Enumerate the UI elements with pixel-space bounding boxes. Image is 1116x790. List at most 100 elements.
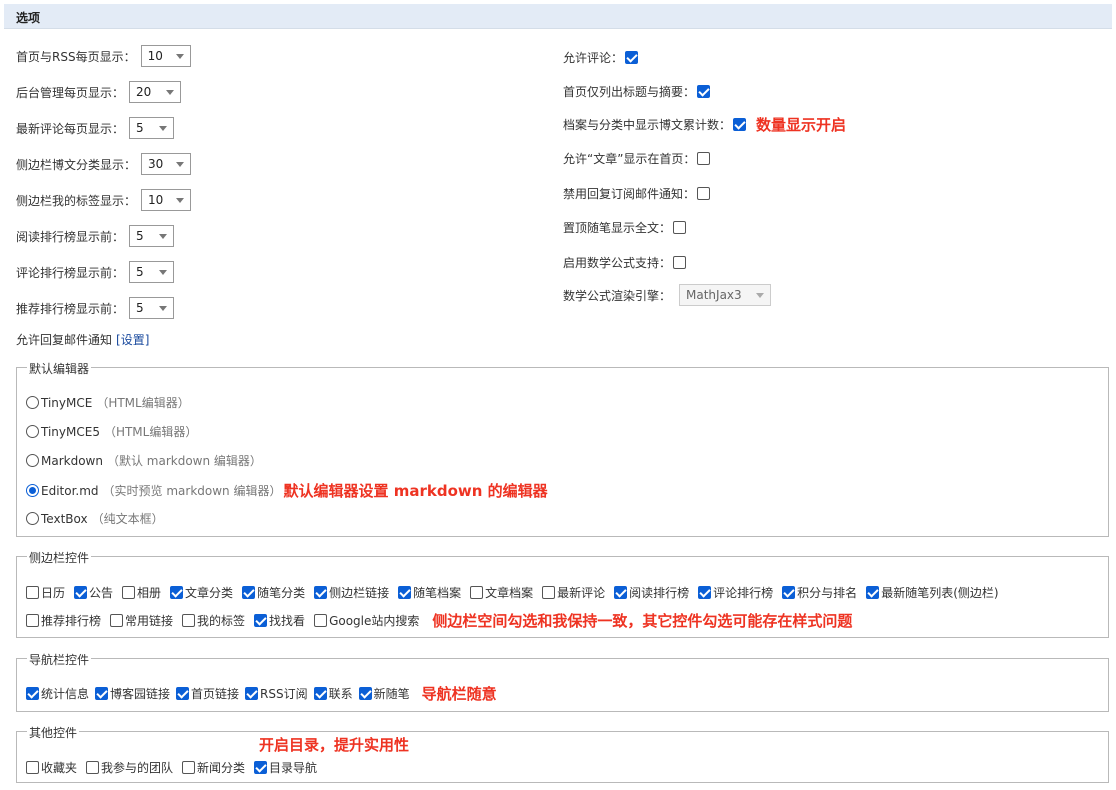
sidebar-controls-row-2: 推荐排行榜 常用链接 我的标签 找找看 Google站内搜索 侧边栏空间勾选和我… (26, 610, 852, 631)
sidebar-item-google-search[interactable]: Google站内搜索 (314, 612, 419, 629)
other-item-toc-nav[interactable]: 目录导航 (254, 759, 317, 776)
checkbox[interactable] (182, 614, 196, 627)
navbar-item-stats[interactable]: 统计信息 (26, 685, 89, 702)
navbar-item-new-post[interactable]: 新随笔 (358, 685, 410, 702)
sidebar-item-post-archive[interactable]: 随笔档案 (398, 584, 461, 601)
checkbox[interactable] (614, 586, 628, 599)
editor-option-tinymce[interactable]: TinyMCE （HTML编辑器） (26, 394, 190, 411)
editor-option-textbox[interactable]: TextBox （纯文本框） (26, 510, 164, 527)
sidebar-item-recommend-rank[interactable]: 推荐排行榜 (26, 612, 101, 629)
navbar-item-cnblogs-link[interactable]: 博客园链接 (95, 685, 170, 702)
chevron-down-icon (166, 89, 175, 95)
other-item-favorites[interactable]: 收藏夹 (26, 759, 77, 776)
checkbox[interactable] (866, 586, 880, 599)
admin-page-size-select[interactable]: 20 (129, 81, 182, 103)
checkbox[interactable] (254, 614, 268, 627)
option-math-engine: 数学公式渲染引擎： MathJax3 (563, 284, 772, 306)
sidebar-item-album[interactable]: 相册 (122, 584, 161, 601)
editor-desc: （纯文本框） (91, 512, 164, 526)
markdown-radio[interactable] (26, 454, 39, 467)
sidebar-item-search[interactable]: 找找看 (254, 612, 305, 629)
checkbox[interactable] (313, 687, 327, 700)
comment-rank-count-select[interactable]: 5 (129, 261, 175, 283)
checkbox[interactable] (358, 687, 372, 700)
sidebar-item-post-category[interactable]: 随笔分类 (242, 584, 305, 601)
option-reply-email-notify: 允许回复邮件通知 [设置] (16, 331, 149, 348)
checkbox[interactable] (542, 586, 556, 599)
checkbox[interactable] (122, 586, 136, 599)
textbox-radio[interactable] (26, 512, 39, 525)
navbar-item-rss[interactable]: RSS订阅 (245, 685, 308, 702)
checkbox[interactable] (110, 614, 124, 627)
archive-post-count-checkbox[interactable] (733, 118, 747, 131)
sidebar-item-notice[interactable]: 公告 (74, 584, 113, 601)
checkbox[interactable] (95, 687, 109, 700)
disable-reply-email-checkbox[interactable] (697, 187, 711, 200)
sidebar-item-article-category[interactable]: 文章分类 (170, 584, 233, 601)
checkbox[interactable] (26, 687, 39, 700)
sidebar-item-my-tags[interactable]: 我的标签 (182, 612, 245, 629)
checkbox[interactable] (254, 761, 268, 774)
pinned-full-text-checkbox[interactable] (673, 221, 687, 234)
sidebar-item-article-archive[interactable]: 文章档案 (470, 584, 533, 601)
checkbox[interactable] (26, 761, 39, 774)
checkbox[interactable] (86, 761, 100, 774)
checkbox[interactable] (170, 586, 184, 599)
checkbox[interactable] (782, 586, 796, 599)
checkbox[interactable] (182, 761, 196, 774)
home-title-summary-checkbox[interactable] (697, 85, 711, 98)
other-item-news-category[interactable]: 新闻分类 (182, 759, 245, 776)
sidebar-item-read-rank[interactable]: 阅读排行榜 (614, 584, 689, 601)
sidebar-category-count-select[interactable]: 30 (141, 153, 192, 175)
checkbox[interactable] (74, 586, 88, 599)
recommend-rank-count-select[interactable]: 5 (129, 297, 175, 319)
option-label: 最新评论每页显示： (16, 121, 125, 136)
latest-comments-page-size-select[interactable]: 5 (129, 117, 175, 139)
options-title: 选项 (16, 11, 41, 25)
checkbox[interactable] (470, 586, 484, 599)
editor-option-tinymce5[interactable]: TinyMCE5 （HTML编辑器） (26, 423, 197, 440)
math-support-checkbox[interactable] (673, 256, 687, 269)
checkbox[interactable] (26, 614, 39, 627)
tinymce5-radio[interactable] (26, 425, 39, 438)
article-on-home-checkbox[interactable] (697, 152, 711, 165)
editor-option-markdown[interactable]: Markdown （默认 markdown 编辑器） (26, 452, 262, 469)
checkbox[interactable] (245, 687, 259, 700)
checkbox[interactable] (314, 614, 328, 627)
navbar-item-home-link[interactable]: 首页链接 (176, 685, 239, 702)
option-label: 后台管理每页显示： (16, 85, 125, 100)
read-rank-count-select[interactable]: 5 (129, 225, 175, 247)
tinymce-radio[interactable] (26, 396, 39, 409)
editormd-radio[interactable] (26, 484, 39, 497)
checkbox[interactable] (176, 687, 190, 700)
sidebar-item-latest-posts[interactable]: 最新随笔列表(侧边栏) (866, 584, 999, 601)
editor-option-editormd[interactable]: Editor.md （实时预览 markdown 编辑器） 默认编辑器设置 ma… (26, 480, 548, 501)
checkbox[interactable] (26, 586, 39, 599)
option-home-rss-page-size: 首页与RSS每页显示： 10 (16, 45, 191, 67)
option-label: 置顶随笔显示全文： (563, 221, 672, 235)
option-label: 启用数学公式支持： (563, 256, 672, 270)
option-label: 推荐排行榜显示前： (16, 301, 125, 316)
sidebar-item-sidebar-links[interactable]: 侧边栏链接 (314, 584, 389, 601)
sidebar-tag-count-select[interactable]: 10 (141, 189, 192, 211)
sidebar-item-calendar[interactable]: 日历 (26, 584, 65, 601)
chevron-down-icon (175, 53, 184, 59)
navbar-item-contact[interactable]: 联系 (313, 685, 353, 702)
home-rss-page-size-select[interactable]: 10 (140, 45, 191, 67)
math-engine-select[interactable]: MathJax3 (679, 284, 772, 306)
checkbox[interactable] (698, 586, 712, 599)
checkbox[interactable] (314, 586, 328, 599)
editor-name: Editor.md (41, 483, 99, 498)
option-pinned-full-text: 置顶随笔显示全文： (563, 219, 687, 236)
sidebar-item-common-links[interactable]: 常用链接 (110, 612, 173, 629)
reply-notify-settings-link[interactable]: [设置] (116, 331, 149, 348)
sidebar-item-comment-rank[interactable]: 评论排行榜 (698, 584, 773, 601)
sidebar-item-score-rank[interactable]: 积分与排名 (782, 584, 857, 601)
option-sidebar-category-count: 侧边栏博文分类显示： 30 (16, 153, 192, 175)
option-label: 评论排行榜显示前： (16, 265, 125, 280)
sidebar-item-latest-comments[interactable]: 最新评论 (542, 584, 605, 601)
other-item-my-teams[interactable]: 我参与的团队 (86, 759, 173, 776)
allow-comments-checkbox[interactable] (625, 51, 639, 64)
checkbox[interactable] (242, 586, 256, 599)
checkbox[interactable] (398, 586, 412, 599)
